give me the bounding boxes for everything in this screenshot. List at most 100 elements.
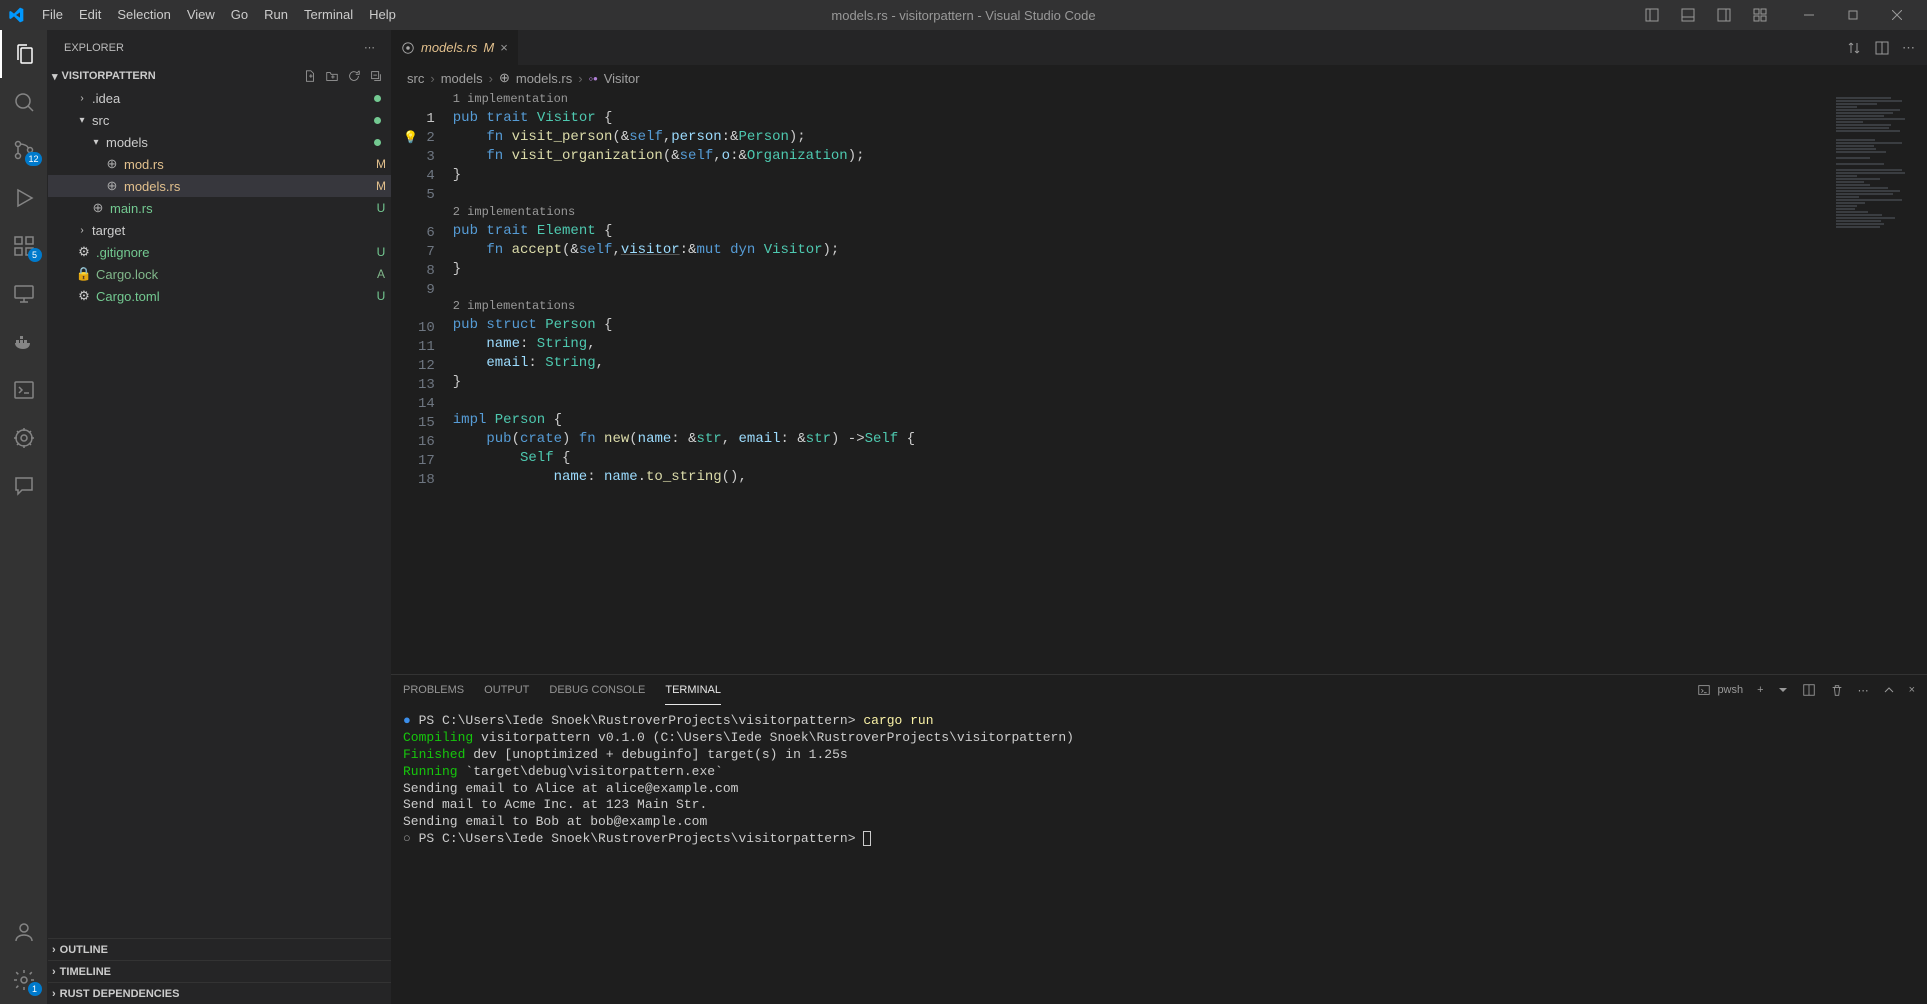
git-modified-dot-icon (374, 117, 381, 124)
split-terminal-icon[interactable] (1802, 683, 1816, 697)
tree-item-label: Cargo.toml (96, 289, 367, 304)
tree-item-label: .gitignore (96, 245, 367, 260)
tree-item-label: mod.rs (124, 157, 367, 172)
settings-badge: 1 (28, 982, 42, 996)
activity-explorer[interactable] (0, 30, 48, 78)
activity-accounts[interactable] (0, 908, 48, 956)
menu-selection[interactable]: Selection (109, 0, 178, 30)
tree-item-label: src (92, 113, 370, 128)
folder-target[interactable]: ›target (48, 219, 391, 241)
folder-models[interactable]: ▾models (48, 131, 391, 153)
panel-tab-problems[interactable]: PROBLEMS (403, 675, 464, 705)
project-header[interactable]: ▾VISITORPATTERN (48, 65, 391, 87)
menu-help[interactable]: Help (361, 0, 404, 30)
close-panel-icon[interactable]: × (1909, 684, 1915, 696)
project-name: VISITORPATTERN (62, 70, 156, 82)
menu-file[interactable]: File (34, 0, 71, 30)
layout-sidebar-right-icon[interactable] (1707, 0, 1741, 30)
sidebar-more-icon[interactable]: ⋯ (364, 41, 375, 54)
menu-go[interactable]: Go (223, 0, 256, 30)
panel-more-icon[interactable]: ⋯ (1858, 684, 1869, 697)
editor-more-icon[interactable]: ⋯ (1902, 40, 1915, 56)
activity-settings[interactable]: 1 (0, 956, 48, 1004)
activity-rust-analyzer[interactable] (0, 414, 48, 462)
sidebar-section-outline[interactable]: ›OUTLINE (48, 938, 391, 960)
file-mod-rs[interactable]: ⊕mod.rsM (48, 153, 391, 175)
window-title: models.rs - visitorpattern - Visual Stud… (831, 8, 1095, 23)
lightbulb-icon[interactable]: 💡 (403, 131, 418, 145)
tree-item-label: .idea (92, 91, 370, 106)
menu-view[interactable]: View (179, 0, 223, 30)
terminal-shell-label[interactable]: pwsh (1697, 683, 1743, 697)
sidebar-title: EXPLORER (64, 42, 124, 54)
activity-docker[interactable] (0, 318, 48, 366)
rust-file-icon (401, 41, 415, 55)
new-terminal-icon[interactable]: + (1757, 684, 1763, 696)
tab-status: M (483, 40, 494, 55)
compare-changes-icon[interactable] (1846, 40, 1862, 56)
bottom-panel: PROBLEMS OUTPUT DEBUG CONSOLE TERMINAL pwsh… (391, 674, 1927, 1004)
source-control-badge: 12 (25, 152, 41, 166)
layout-sidebar-left-icon[interactable] (1635, 0, 1669, 30)
minimap[interactable] (1832, 91, 1927, 674)
sidebar: EXPLORER ⋯ ▾VISITORPATTERN ›.idea▾src▾mo… (48, 30, 391, 1004)
git-status: M (371, 179, 391, 193)
git-modified-dot-icon (374, 95, 381, 102)
tree-item-label: models (106, 135, 370, 150)
tree-item-label: Cargo.lock (96, 267, 367, 282)
kill-terminal-icon[interactable] (1830, 683, 1844, 697)
file-models-rs[interactable]: ⊕models.rsM (48, 175, 391, 197)
editor-content[interactable]: 1💡 2345 6789 101112131415161718 1 implem… (391, 91, 1927, 674)
activity-run-debug[interactable] (0, 174, 48, 222)
terminal-output[interactable]: ● PS C:\Users\Iede Snoek\RustroverProjec… (391, 705, 1927, 1004)
file-Cargo-toml[interactable]: ⚙Cargo.tomlU (48, 285, 391, 307)
panel-tab-output[interactable]: OUTPUT (484, 675, 529, 705)
split-editor-icon[interactable] (1874, 40, 1890, 56)
git-status: U (371, 245, 391, 259)
new-file-icon[interactable] (303, 69, 317, 83)
activity-search[interactable] (0, 78, 48, 126)
sidebar-section-timeline[interactable]: ›TIMELINE (48, 960, 391, 982)
breadcrumbs[interactable]: src› models› ⊕ models.rs› ◦• Visitor (391, 65, 1927, 91)
editor-area: models.rs M × ⋯ src› models› ⊕ models.rs… (391, 30, 1927, 1004)
file-main-rs[interactable]: ⊕main.rsU (48, 197, 391, 219)
collapse-all-icon[interactable] (369, 69, 383, 83)
tab-close-icon[interactable]: × (500, 40, 508, 55)
menu-terminal[interactable]: Terminal (296, 0, 361, 30)
git-status: U (371, 201, 391, 215)
file-tree: ›.idea▾src▾models⊕mod.rsM⊕models.rsM⊕mai… (48, 87, 391, 938)
menu-edit[interactable]: Edit (71, 0, 109, 30)
activity-terminal[interactable] (0, 366, 48, 414)
git-status: M (371, 157, 391, 171)
maximize-panel-icon[interactable] (1883, 684, 1895, 696)
customize-layout-icon[interactable] (1743, 0, 1777, 30)
terminal-dropdown-icon[interactable] (1778, 685, 1788, 695)
interface-icon: ◦• (589, 71, 598, 86)
folder--idea[interactable]: ›.idea (48, 87, 391, 109)
activity-bar: 12 5 1 (0, 30, 48, 1004)
panel-tab-terminal[interactable]: TERMINAL (665, 675, 721, 705)
panel-tab-debug-console[interactable]: DEBUG CONSOLE (549, 675, 645, 705)
tree-item-label: main.rs (110, 201, 367, 216)
layout-panel-icon[interactable] (1671, 0, 1705, 30)
file-Cargo-lock[interactable]: 🔒Cargo.lockA (48, 263, 391, 285)
maximize-button[interactable] (1831, 0, 1875, 30)
menu-run[interactable]: Run (256, 0, 296, 30)
git-status: A (371, 267, 391, 281)
folder-src[interactable]: ▾src (48, 109, 391, 131)
sidebar-section-rust-dependencies[interactable]: ›RUST DEPENDENCIES (48, 982, 391, 1004)
tab-models-rs[interactable]: models.rs M × (391, 30, 519, 65)
titlebar: FileEditSelectionViewGoRunTerminalHelp m… (0, 0, 1927, 30)
activity-chat[interactable] (0, 462, 48, 510)
activity-extensions[interactable]: 5 (0, 222, 48, 270)
close-button[interactable] (1875, 0, 1919, 30)
refresh-icon[interactable] (347, 69, 361, 83)
new-folder-icon[interactable] (325, 69, 339, 83)
file--gitignore[interactable]: ⚙.gitignoreU (48, 241, 391, 263)
minimize-button[interactable] (1787, 0, 1831, 30)
activity-source-control[interactable]: 12 (0, 126, 48, 174)
tab-label: models.rs (421, 40, 477, 55)
extensions-badge: 5 (28, 248, 42, 262)
rust-file-icon: ⊕ (499, 70, 510, 86)
activity-remote[interactable] (0, 270, 48, 318)
